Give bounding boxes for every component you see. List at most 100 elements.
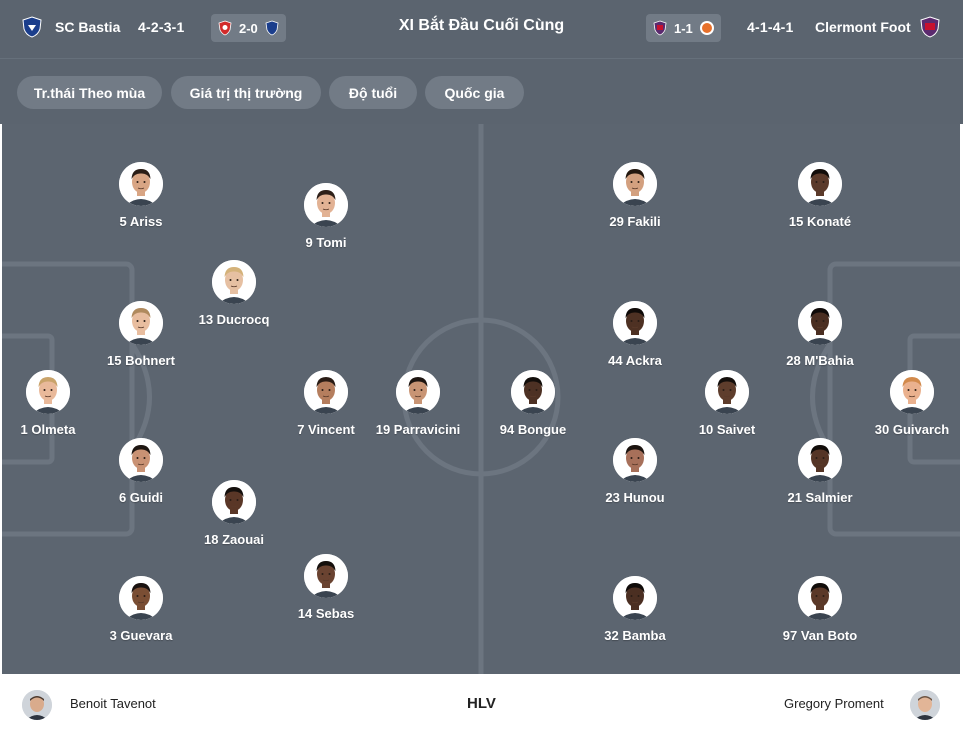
home-coach-name[interactable]: Benoit Tavenot bbox=[70, 696, 156, 711]
player-photo-icon bbox=[119, 576, 163, 620]
player-name: 94 Bongue bbox=[499, 422, 567, 437]
home-last-match[interactable]: 2-0 bbox=[211, 14, 286, 42]
filter-market-value[interactable]: Giá trị thị trường bbox=[171, 76, 321, 109]
away-coach-name[interactable]: Gregory Proment bbox=[784, 696, 884, 711]
player-name: 1 Olmeta bbox=[20, 422, 76, 437]
player-avatar[interactable] bbox=[26, 370, 70, 414]
player-name: 44 Ackra bbox=[608, 353, 662, 368]
home-player-14-sebas[interactable]: 14 Sebas bbox=[266, 554, 386, 621]
match-header: SC Bastia 4-2-3-1 2-0 XI Bắt Đầu Cuối Cù… bbox=[0, 0, 963, 58]
player-name: 5 Ariss bbox=[119, 214, 163, 229]
player-avatar[interactable] bbox=[798, 301, 842, 345]
coach-face-icon bbox=[22, 690, 52, 720]
away-player-94-bongue[interactable]: 94 Bongue bbox=[473, 370, 593, 437]
player-photo-icon bbox=[613, 162, 657, 206]
opponent-logo-icon bbox=[699, 21, 714, 35]
player-photo-icon bbox=[613, 576, 657, 620]
player-avatar[interactable] bbox=[304, 554, 348, 598]
player-avatar[interactable] bbox=[613, 438, 657, 482]
home-coach-avatar[interactable] bbox=[22, 690, 52, 720]
player-avatar[interactable] bbox=[798, 576, 842, 620]
away-last-score: 1-1 bbox=[674, 20, 693, 36]
away-player-15-konate[interactable]: 15 Konaté bbox=[760, 162, 880, 229]
filter-season-form[interactable]: Tr.thái Theo mùa bbox=[17, 76, 162, 109]
away-player-97-van-boto[interactable]: 97 Van Boto bbox=[760, 576, 880, 643]
home-player-19-parravicini[interactable]: 19 Parravicini bbox=[358, 370, 478, 437]
player-photo-icon bbox=[613, 301, 657, 345]
player-avatar[interactable] bbox=[705, 370, 749, 414]
filter-age[interactable]: Độ tuổi bbox=[329, 76, 417, 109]
away-player-32-bamba[interactable]: 32 Bamba bbox=[575, 576, 695, 643]
player-photo-icon bbox=[798, 576, 842, 620]
away-team-name[interactable]: Clermont Foot bbox=[815, 19, 911, 35]
away-player-28-m-bahia[interactable]: 28 M'Bahia bbox=[760, 301, 880, 368]
player-name: 10 Saivet bbox=[698, 422, 756, 437]
home-team-name[interactable]: SC Bastia bbox=[55, 19, 120, 35]
player-avatar[interactable] bbox=[119, 162, 163, 206]
away-player-10-saivet[interactable]: 10 Saivet bbox=[667, 370, 787, 437]
clermont-mini-logo-icon bbox=[653, 20, 667, 36]
player-name: 97 Van Boto bbox=[782, 628, 858, 643]
home-last-score: 2-0 bbox=[239, 20, 258, 36]
home-player-18-zaouai[interactable]: 18 Zaouai bbox=[174, 480, 294, 547]
player-photo-icon bbox=[119, 301, 163, 345]
player-avatar[interactable] bbox=[890, 370, 934, 414]
player-photo-icon bbox=[798, 438, 842, 482]
player-name: 19 Parravicini bbox=[375, 422, 461, 437]
sc-bastia-logo-icon[interactable] bbox=[21, 16, 43, 38]
player-avatar[interactable] bbox=[304, 183, 348, 227]
player-photo-icon bbox=[304, 370, 348, 414]
player-avatar[interactable] bbox=[798, 438, 842, 482]
player-avatar[interactable] bbox=[212, 480, 256, 524]
player-avatar[interactable] bbox=[119, 301, 163, 345]
coach-bar: Benoit Tavenot HLV Gregory Proment bbox=[0, 674, 963, 741]
player-avatar[interactable] bbox=[613, 576, 657, 620]
player-name: 23 Hunou bbox=[605, 490, 665, 505]
player-avatar[interactable] bbox=[613, 301, 657, 345]
player-photo-icon bbox=[119, 162, 163, 206]
player-name: 9 Tomi bbox=[305, 235, 347, 250]
player-photo-icon bbox=[890, 370, 934, 414]
clermont-foot-logo-icon[interactable] bbox=[919, 16, 941, 38]
player-avatar[interactable] bbox=[798, 162, 842, 206]
away-player-44-ackra[interactable]: 44 Ackra bbox=[575, 301, 695, 368]
player-avatar[interactable] bbox=[119, 438, 163, 482]
home-player-13-ducrocq[interactable]: 13 Ducrocq bbox=[174, 260, 294, 327]
home-player-3-guevara[interactable]: 3 Guevara bbox=[81, 576, 201, 643]
player-name: 15 Bohnert bbox=[107, 353, 175, 368]
player-photo-icon bbox=[798, 301, 842, 345]
home-player-5-ariss[interactable]: 5 Ariss bbox=[81, 162, 201, 229]
player-photo-icon bbox=[798, 162, 842, 206]
home-player-1-olmeta[interactable]: 1 Olmeta bbox=[2, 370, 108, 437]
player-avatar[interactable] bbox=[511, 370, 555, 414]
lineup-pitch: 1 Olmeta 5 Ariss 15 Bohnert 6 Guidi 3 Guevar… bbox=[2, 124, 960, 674]
player-photo-icon bbox=[212, 480, 256, 524]
player-name: 13 Ducrocq bbox=[198, 312, 270, 327]
player-name: 29 Fakili bbox=[609, 214, 661, 229]
player-photo-icon bbox=[304, 554, 348, 598]
player-name: 28 M'Bahia bbox=[786, 353, 854, 368]
away-player-30-guivarch[interactable]: 30 Guivarch bbox=[852, 370, 960, 437]
player-photo-icon bbox=[613, 438, 657, 482]
player-avatar[interactable] bbox=[212, 260, 256, 304]
away-player-23-hunou[interactable]: 23 Hunou bbox=[575, 438, 695, 505]
player-photo-icon bbox=[705, 370, 749, 414]
home-player-9-tomi[interactable]: 9 Tomi bbox=[266, 183, 386, 250]
away-coach-avatar[interactable] bbox=[910, 690, 940, 720]
player-name: 14 Sebas bbox=[297, 606, 355, 621]
player-photo-icon bbox=[511, 370, 555, 414]
player-avatar[interactable] bbox=[396, 370, 440, 414]
player-avatar[interactable] bbox=[119, 576, 163, 620]
player-name: 21 Salmier bbox=[787, 490, 853, 505]
player-avatar[interactable] bbox=[613, 162, 657, 206]
filter-country[interactable]: Quốc gia bbox=[425, 76, 524, 109]
away-player-21-salmier[interactable]: 21 Salmier bbox=[760, 438, 880, 505]
player-photo-icon bbox=[119, 438, 163, 482]
away-last-match[interactable]: 1-1 bbox=[646, 14, 721, 42]
away-formation: 4-1-4-1 bbox=[747, 19, 794, 35]
player-name: 3 Guevara bbox=[109, 628, 173, 643]
player-photo-icon bbox=[396, 370, 440, 414]
away-player-29-fakili[interactable]: 29 Fakili bbox=[575, 162, 695, 229]
player-avatar[interactable] bbox=[304, 370, 348, 414]
player-photo-icon bbox=[212, 260, 256, 304]
